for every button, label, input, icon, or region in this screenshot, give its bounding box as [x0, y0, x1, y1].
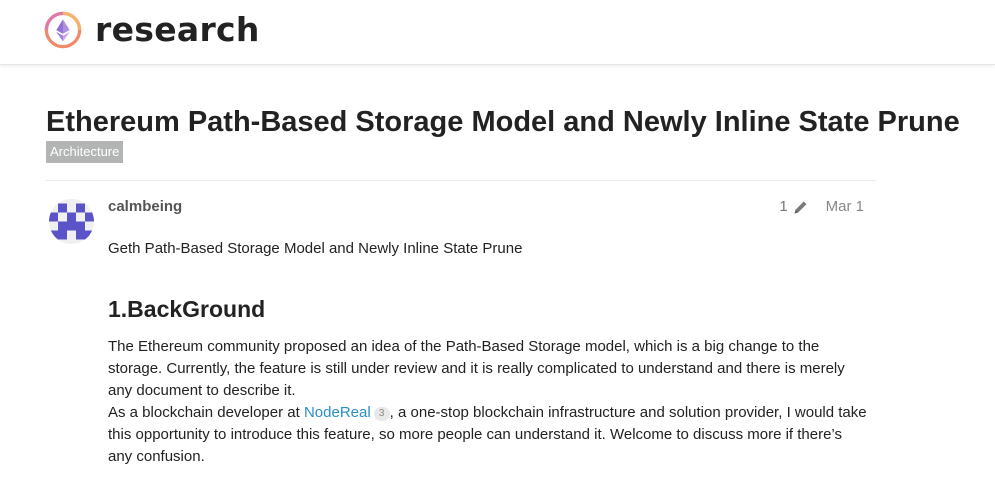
- post-body: Geth Path-Based Storage Model and Newly …: [108, 238, 868, 465]
- post-meta: 1 Mar 1: [779, 197, 864, 217]
- pencil-icon: [794, 201, 807, 213]
- post-paragraph-2: As a blockchain developer at NodeReal 3, …: [108, 402, 868, 468]
- edit-history-button[interactable]: 1: [779, 197, 808, 217]
- avatar[interactable]: [49, 199, 94, 244]
- topic-title[interactable]: Ethereum Path-Based Storage Model and Ne…: [46, 104, 960, 140]
- post-intro: Geth Path-Based Storage Model and Newly …: [108, 240, 523, 257]
- edit-count: 1: [779, 198, 788, 215]
- site-name: research: [95, 10, 260, 49]
- site-logo[interactable]: research: [44, 10, 260, 50]
- post-date[interactable]: Mar 1: [826, 197, 864, 217]
- link-click-count: 3: [373, 407, 390, 421]
- divider: [46, 180, 876, 181]
- post-username[interactable]: calmbeing: [108, 198, 182, 216]
- site-header: research: [0, 0, 995, 65]
- avatar-pattern: [49, 199, 94, 244]
- post-paragraph-1: The Ethereum community proposed an idea …: [108, 338, 845, 399]
- nodereal-link[interactable]: NodeReal: [304, 404, 371, 421]
- paragraph-2-start: As a blockchain developer at: [108, 404, 304, 421]
- category-badge[interactable]: Architecture: [46, 141, 124, 163]
- ethereum-research-logo-icon: [44, 11, 82, 49]
- section-heading: 1.BackGround: [108, 296, 266, 322]
